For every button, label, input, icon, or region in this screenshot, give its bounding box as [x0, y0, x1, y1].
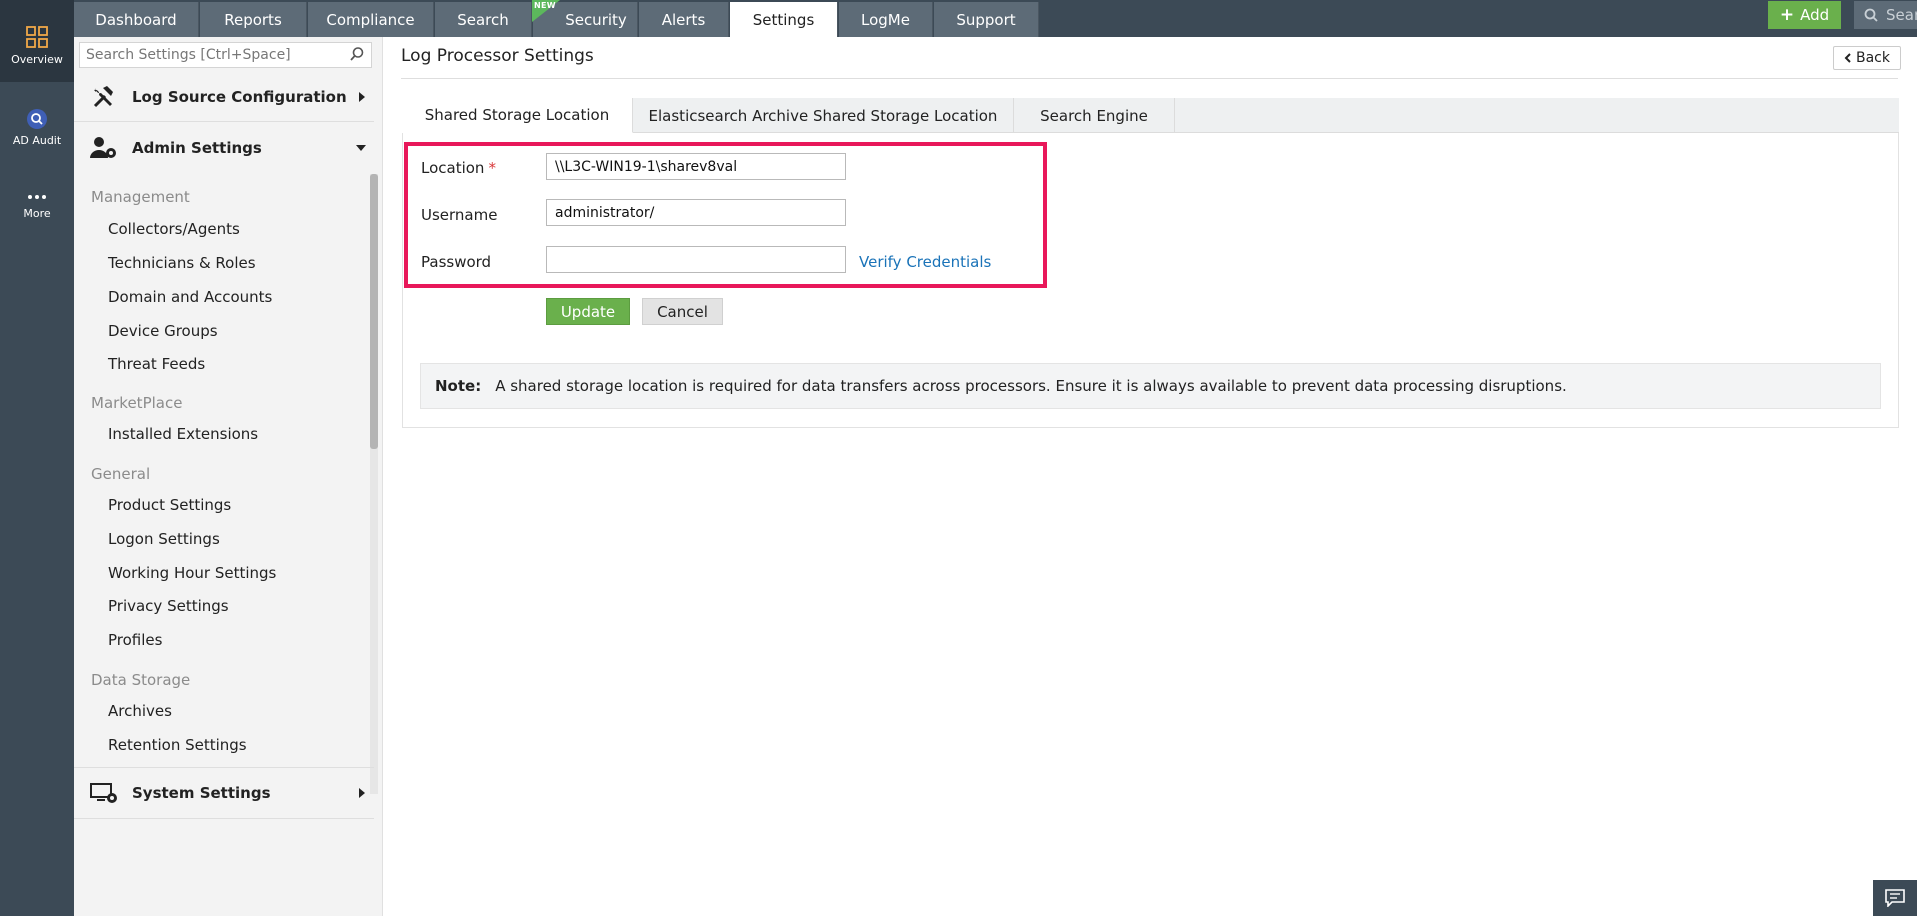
tab-security-label: Security [565, 10, 627, 29]
username-input[interactable] [546, 199, 846, 226]
new-badge: NEW [532, 0, 560, 22]
tab-search-engine[interactable]: Search Engine [1014, 98, 1175, 133]
sidebar-item-archives[interactable]: Archives [108, 702, 172, 720]
sidebar-item-working-hour-settings[interactable]: Working Hour Settings [108, 564, 276, 582]
username-label: Username [421, 206, 498, 224]
sidebar-item-threat-feeds[interactable]: Threat Feeds [108, 355, 205, 373]
tools-icon [93, 85, 113, 107]
tab-settings[interactable]: Settings [730, 2, 838, 37]
group-data-storage: Data Storage [91, 671, 191, 689]
chevron-left-icon [1844, 53, 1851, 63]
verify-credentials-link[interactable]: Verify Credentials [859, 253, 991, 271]
section-admin-settings[interactable]: Admin Settings [74, 123, 374, 173]
sidebar-item-product-settings[interactable]: Product Settings [108, 496, 231, 514]
tab-logme[interactable]: LogMe [839, 2, 933, 37]
caret-right-icon [359, 92, 365, 102]
tab-shared-storage-location[interactable]: Shared Storage Location [402, 98, 633, 133]
ad-audit-icon [27, 109, 47, 129]
tab-search[interactable]: Search [435, 2, 532, 37]
section-label: Admin Settings [132, 139, 262, 157]
section-label: System Settings [132, 784, 271, 802]
top-nav: Dashboard Reports Compliance Search Secu… [74, 0, 1917, 37]
sidebar-item-device-groups[interactable]: Device Groups [108, 322, 218, 340]
tab-support[interactable]: Support [934, 2, 1039, 37]
admin-user-gear-icon [90, 137, 116, 158]
required-marker: * [488, 159, 496, 177]
settings-search-input[interactable]: Search Settings [Ctrl+Space] [79, 42, 372, 68]
global-search-input[interactable]: Search [1854, 1, 1917, 29]
tab-security[interactable]: Security NEW [532, 0, 638, 37]
monitor-gear-icon [90, 783, 117, 803]
sidebar-item-privacy-settings[interactable]: Privacy Settings [108, 597, 229, 615]
tab-alerts[interactable]: Alerts [639, 2, 729, 37]
rail-item-label: Overview [11, 53, 63, 66]
sidebar-item-domain-accounts[interactable]: Domain and Accounts [108, 288, 272, 306]
group-marketplace: MarketPlace [91, 394, 183, 412]
note-label: Note: [435, 377, 482, 395]
rail-item-overview[interactable]: Overview [0, 0, 74, 82]
caret-down-icon [356, 145, 366, 151]
rail-item-label: AD Audit [12, 134, 62, 147]
sidebar-item-collectors-agents[interactable]: Collectors/Agents [108, 220, 240, 238]
grid-icon [26, 26, 48, 48]
location-input[interactable] [546, 153, 846, 180]
section-log-source-configuration[interactable]: Log Source Configuration [74, 72, 374, 122]
search-icon [350, 47, 364, 61]
settings-search-placeholder: Search Settings [Ctrl+Space] [86, 47, 291, 63]
tab-elasticsearch-archive-shared-storage[interactable]: Elasticsearch Archive Shared Storage Loc… [633, 98, 1014, 133]
rail-item-label: More [23, 207, 51, 220]
note-box: Note: A shared storage location is requi… [420, 363, 1881, 409]
page-title: Log Processor Settings [401, 46, 594, 66]
plus-icon: + [1779, 5, 1795, 25]
chat-icon [1885, 889, 1905, 907]
location-label: Location * [421, 159, 496, 177]
tab-compliance[interactable]: Compliance [308, 2, 434, 37]
sidebar-item-retention-settings[interactable]: Retention Settings [108, 736, 247, 754]
section-system-settings[interactable]: System Settings [74, 767, 374, 819]
note-text: A shared storage location is required fo… [495, 377, 1567, 395]
chat-button[interactable] [1873, 880, 1917, 916]
password-label: Password [421, 253, 492, 271]
tab-reports[interactable]: Reports [200, 2, 307, 37]
section-label: Log Source Configuration [132, 87, 347, 106]
add-button-label: Add [1800, 6, 1830, 24]
sidebar-item-installed-extensions[interactable]: Installed Extensions [108, 425, 258, 443]
back-button[interactable]: Back [1833, 46, 1901, 70]
back-button-label: Back [1856, 50, 1890, 66]
title-divider [401, 78, 1898, 79]
rail-item-more[interactable]: More [0, 191, 74, 236]
more-dots-icon [28, 195, 46, 199]
search-icon [1864, 8, 1878, 22]
tab-dashboard[interactable]: Dashboard [74, 2, 199, 37]
left-rail: Overview AD Audit More [0, 0, 74, 916]
global-search-placeholder: Search [1886, 6, 1917, 24]
location-label-text: Location [421, 159, 485, 177]
sidebar-item-profiles[interactable]: Profiles [108, 631, 162, 649]
rail-item-ad-audit[interactable]: AD Audit [0, 108, 74, 158]
settings-sidebar: Search Settings [Ctrl+Space] Log Source … [74, 37, 383, 916]
caret-right-icon [359, 788, 365, 798]
sidebar-item-technicians-roles[interactable]: Technicians & Roles [108, 254, 256, 272]
add-button[interactable]: + Add [1768, 1, 1841, 29]
password-input[interactable] [546, 246, 846, 273]
group-general: General [91, 465, 151, 483]
update-button[interactable]: Update [546, 298, 630, 325]
sidebar-scrollbar-thumb[interactable] [370, 174, 378, 449]
cancel-button[interactable]: Cancel [642, 298, 723, 325]
group-management: Management [91, 188, 190, 206]
sidebar-item-logon-settings[interactable]: Logon Settings [108, 530, 220, 548]
